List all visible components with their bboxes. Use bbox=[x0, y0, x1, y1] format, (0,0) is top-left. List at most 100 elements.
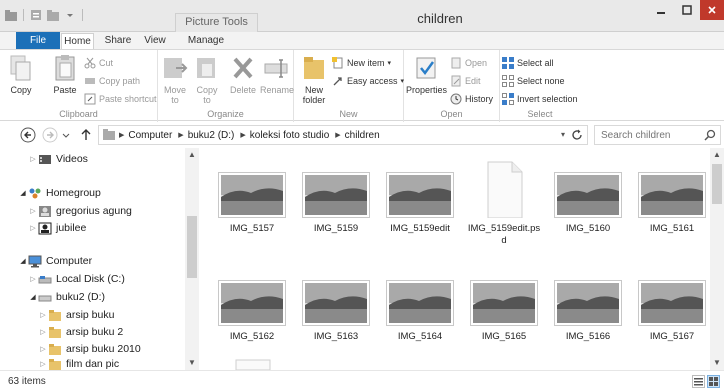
easy-access-button[interactable]: Easy access ▾ bbox=[332, 74, 404, 87]
scroll-down-icon[interactable]: ▼ bbox=[185, 356, 199, 370]
new-item-button[interactable]: New item ▾ bbox=[332, 56, 391, 69]
nav-item-arsip-buku-2010[interactable]: ▷ arsip buku 2010 bbox=[38, 341, 140, 357]
breadcrumb-children[interactable]: ▶ children bbox=[335, 130, 379, 141]
invert-selection-button[interactable]: Invert selection bbox=[502, 92, 578, 105]
collapse-arrow-icon[interactable]: ◢ bbox=[28, 293, 38, 301]
file-item[interactable]: IMG_5165 bbox=[466, 268, 542, 343]
rename-button[interactable]: Rename bbox=[260, 54, 295, 95]
expand-arrow-icon[interactable]: ▷ bbox=[28, 207, 38, 215]
breadcrumb-separator-icon: ▶ bbox=[335, 132, 341, 139]
breadcrumb-computer[interactable]: ▶ Computer bbox=[119, 130, 172, 141]
expand-arrow-icon[interactable]: ▷ bbox=[38, 328, 48, 336]
search-input[interactable] bbox=[598, 128, 698, 142]
maximize-button[interactable] bbox=[674, 0, 700, 20]
image-thumbnail bbox=[634, 268, 710, 326]
new-folder-button[interactable]: New folder bbox=[298, 54, 330, 105]
properties-button[interactable]: Properties bbox=[406, 54, 447, 95]
paste-icon bbox=[52, 54, 78, 82]
minimize-button[interactable] bbox=[648, 0, 674, 20]
nav-item-buku2-d[interactable]: ◢ buku2 (D:) bbox=[28, 289, 105, 305]
scroll-down-icon[interactable]: ▼ bbox=[710, 356, 724, 370]
file-name: IMG_5160 bbox=[565, 223, 611, 234]
copy-label: Copy bbox=[10, 85, 32, 95]
select-all-button[interactable]: Select all bbox=[502, 56, 554, 69]
copy-path-button[interactable]: Copy path bbox=[84, 74, 140, 87]
clipboard-group-label: Clipboard bbox=[59, 109, 98, 119]
customize-qat-icon[interactable] bbox=[63, 8, 77, 22]
history-button[interactable]: History bbox=[450, 92, 493, 105]
breadcrumb-drive[interactable]: ▶ buku2 (D:) bbox=[178, 130, 234, 141]
nav-scrollbar[interactable]: ▲ ▼ bbox=[185, 148, 199, 370]
large-icons-view-icon[interactable] bbox=[707, 375, 720, 388]
file-item[interactable]: IMG_5160 bbox=[550, 160, 626, 235]
tab-share[interactable]: Share bbox=[100, 33, 136, 49]
content-scrollbar-thumb[interactable] bbox=[712, 164, 722, 204]
file-item[interactable]: IMG_5162 bbox=[214, 268, 290, 343]
scroll-up-icon[interactable]: ▲ bbox=[185, 148, 199, 162]
homegroup-icon bbox=[29, 188, 41, 198]
back-button[interactable] bbox=[20, 127, 36, 143]
select-none-button[interactable]: Select none bbox=[502, 74, 565, 87]
file-item-partial[interactable] bbox=[214, 358, 290, 370]
folder-icon bbox=[49, 309, 61, 321]
move-to-button[interactable]: Move to bbox=[160, 54, 190, 105]
paste-button[interactable]: Paste bbox=[50, 54, 80, 95]
close-button[interactable] bbox=[700, 0, 724, 20]
collapse-arrow-icon[interactable]: ◢ bbox=[18, 189, 28, 197]
refresh-icon[interactable] bbox=[571, 129, 583, 141]
content-scrollbar[interactable]: ▲ ▼ bbox=[710, 148, 724, 370]
expand-arrow-icon[interactable]: ▷ bbox=[38, 360, 48, 368]
file-item[interactable]: IMG_5164 bbox=[382, 268, 458, 343]
tab-manage[interactable]: Manage bbox=[180, 33, 232, 49]
breadcrumb-koleksi[interactable]: ▶ koleksi foto studio bbox=[240, 130, 329, 141]
collapse-arrow-icon[interactable]: ◢ bbox=[18, 257, 28, 265]
expand-arrow-icon[interactable]: ▷ bbox=[28, 224, 38, 232]
nav-item-gregorius-agung[interactable]: ▷ gregorius agung bbox=[28, 203, 132, 219]
rename-label: Rename bbox=[260, 85, 295, 95]
tab-file[interactable]: File bbox=[16, 32, 60, 49]
nav-item-arsip-buku-2[interactable]: ▷ arsip buku 2 bbox=[38, 324, 123, 340]
nav-item-videos[interactable]: ▷ Videos bbox=[28, 151, 88, 167]
scroll-up-icon[interactable]: ▲ bbox=[710, 148, 724, 162]
nav-item-jubilee[interactable]: ▷ jubilee bbox=[28, 220, 86, 236]
nav-item-homegroup[interactable]: ◢ Homegroup bbox=[18, 185, 101, 201]
paste-shortcut-button[interactable]: Paste shortcut bbox=[84, 92, 157, 105]
file-item[interactable]: IMG_5163 bbox=[298, 268, 374, 343]
file-item[interactable]: IMG_5167 bbox=[634, 268, 710, 343]
expand-arrow-icon[interactable]: ▷ bbox=[28, 275, 38, 283]
new-folder-qat-icon[interactable] bbox=[46, 8, 60, 22]
expand-arrow-icon[interactable]: ▷ bbox=[38, 345, 48, 353]
expand-arrow-icon[interactable]: ▷ bbox=[38, 311, 48, 319]
nav-scrollbar-thumb[interactable] bbox=[187, 216, 197, 278]
nav-item-label: Local Disk (C:) bbox=[56, 273, 125, 285]
tab-home[interactable]: Home bbox=[61, 33, 94, 49]
properties-qat-icon[interactable] bbox=[29, 8, 43, 22]
properties-icon bbox=[413, 54, 439, 82]
file-item[interactable]: IMG_5159 bbox=[298, 160, 374, 235]
file-item[interactable]: IMG_5157 bbox=[214, 160, 290, 235]
address-bar[interactable]: ▶ Computer ▶ buku2 (D:) ▶ koleksi foto stud… bbox=[98, 125, 588, 145]
tab-view[interactable]: View bbox=[140, 33, 170, 49]
file-item[interactable]: IMG_5159edit bbox=[382, 160, 458, 235]
address-history-dropdown-icon[interactable]: ▾ bbox=[561, 130, 565, 139]
delete-button[interactable]: Delete bbox=[228, 54, 258, 95]
app-folder-icon[interactable] bbox=[4, 8, 18, 22]
file-item[interactable]: IMG_5161 bbox=[634, 160, 710, 235]
cut-button[interactable]: Cut bbox=[84, 56, 113, 69]
search-icon[interactable] bbox=[704, 129, 716, 141]
details-view-icon[interactable] bbox=[692, 375, 705, 388]
expand-arrow-icon[interactable]: ▷ bbox=[28, 155, 38, 163]
file-item[interactable]: IMG_5159edit.psd bbox=[466, 160, 542, 247]
forward-button[interactable] bbox=[42, 127, 58, 143]
up-button[interactable] bbox=[78, 127, 94, 143]
nav-item-label: film dan pic bbox=[66, 358, 120, 370]
copy-button[interactable]: Copy bbox=[6, 54, 36, 95]
file-item[interactable]: IMG_5166 bbox=[550, 268, 626, 343]
open-button[interactable]: Open bbox=[450, 56, 487, 69]
edit-button[interactable]: Edit bbox=[450, 74, 481, 87]
nav-item-arsip-buku[interactable]: ▷ arsip buku bbox=[38, 307, 114, 323]
nav-item-computer[interactable]: ◢ Computer bbox=[18, 253, 92, 269]
recent-locations-button[interactable] bbox=[62, 127, 70, 143]
nav-item-local-disk-c[interactable]: ▷ Local Disk (C:) bbox=[28, 271, 125, 287]
copy-to-button[interactable]: Copy to bbox=[192, 54, 222, 105]
